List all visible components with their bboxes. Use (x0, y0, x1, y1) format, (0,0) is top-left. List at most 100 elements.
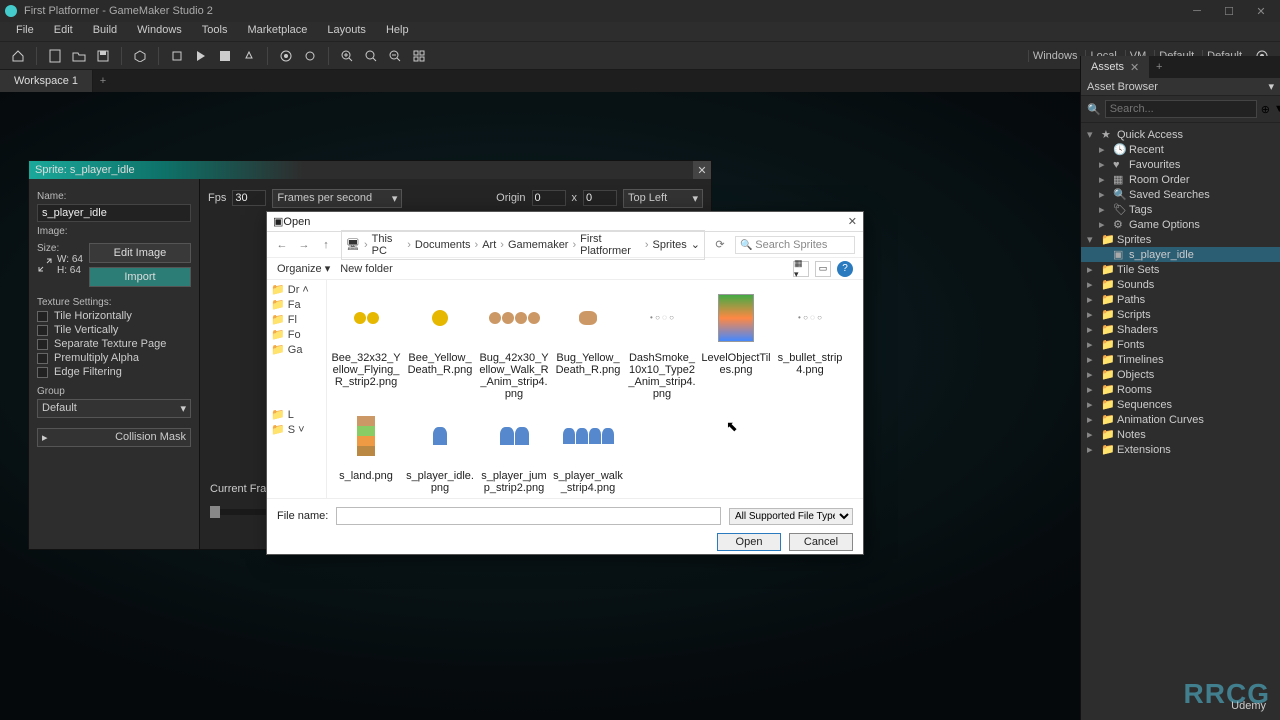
menu-build[interactable]: Build (83, 22, 127, 41)
window-close[interactable]: ✕ (1246, 2, 1276, 20)
run-icon[interactable] (191, 46, 211, 66)
resize-icon[interactable] (37, 257, 53, 273)
folder-tilesets[interactable]: ▸📁Tile Sets (1081, 262, 1280, 277)
folder-fonts[interactable]: ▸📁Fonts (1081, 337, 1280, 352)
target-windows[interactable]: Windows (1028, 50, 1082, 62)
folder-rooms[interactable]: ▸📁Rooms (1081, 382, 1280, 397)
origin-x-input[interactable] (532, 190, 566, 206)
open-project-icon[interactable] (69, 46, 89, 66)
menu-layouts[interactable]: Layouts (317, 22, 376, 41)
file-grid[interactable]: Bee_32x32_Yellow_Flying_R_strip2.png Bee… (327, 280, 863, 498)
group-dropdown[interactable]: Default▾ (37, 399, 191, 418)
filetype-dropdown[interactable]: All Supported File Types (*.png; (729, 508, 853, 525)
sprite-editor-titlebar[interactable]: Sprite: s_player_idle ✕ (29, 161, 711, 179)
asset-search-input[interactable] (1105, 100, 1257, 118)
layout-icon[interactable] (409, 46, 429, 66)
window-maximize[interactable]: ☐ (1214, 2, 1244, 20)
import-button[interactable]: Import (89, 267, 191, 287)
folder-extensions[interactable]: ▸📁Extensions (1081, 442, 1280, 457)
organize-menu[interactable]: Organize ▾ (277, 262, 330, 275)
filter-icon[interactable]: ▼ (1274, 103, 1280, 115)
origin-y-input[interactable] (583, 190, 617, 206)
asset-browser-header[interactable]: Asset Browser▾ (1081, 78, 1280, 96)
origin-mode-dropdown[interactable]: Top Left▾ (623, 189, 703, 208)
add-asset-icon[interactable]: ⊕ (1261, 103, 1270, 116)
new-folder-button[interactable]: New folder (340, 263, 393, 275)
panel-add-tab[interactable]: + (1149, 56, 1169, 78)
menu-tools[interactable]: Tools (192, 22, 238, 41)
view-mode-button[interactable]: ▦ ▾ (793, 261, 809, 277)
file-item[interactable]: s_player_idle.png (405, 404, 475, 494)
new-project-icon[interactable] (45, 46, 65, 66)
debug-icon[interactable] (167, 46, 187, 66)
separate-texture-checkbox[interactable]: Separate Texture Page (37, 338, 191, 350)
collision-mask-toggle[interactable]: ▸ Collision Mask (37, 428, 191, 447)
folder-timelines[interactable]: ▸📁Timelines (1081, 352, 1280, 367)
edge-filtering-checkbox[interactable]: Edge Filtering (37, 366, 191, 378)
folder-paths[interactable]: ▸📁Paths (1081, 292, 1280, 307)
sprite-name-input[interactable] (37, 204, 191, 222)
menu-help[interactable]: Help (376, 22, 419, 41)
workspace-add[interactable]: + (93, 70, 113, 92)
settings-icon[interactable] (300, 46, 320, 66)
nav-back[interactable]: ← (275, 239, 289, 251)
tile-horizontally-checkbox[interactable]: Tile Horizontally (37, 310, 191, 322)
dialog-sidebar[interactable]: 📁 Dr ˄ 📁 Fa 📁 Fl 📁 Fo 📁 Ga 📁 L 📁 S ˅ (267, 280, 327, 498)
premultiply-alpha-checkbox[interactable]: Premultiply Alpha (37, 352, 191, 364)
asset-s-player-idle[interactable]: ▣s_player_idle (1081, 247, 1280, 262)
folder-objects[interactable]: ▸📁Objects (1081, 367, 1280, 382)
menu-windows[interactable]: Windows (127, 22, 192, 41)
close-icon[interactable]: ✕ (1130, 61, 1139, 74)
folder-sequences[interactable]: ▸📁Sequences (1081, 397, 1280, 412)
package-icon[interactable] (130, 46, 150, 66)
fps-unit-dropdown[interactable]: Frames per second▾ (272, 189, 402, 208)
folder-animation-curves[interactable]: ▸📁Animation Curves (1081, 412, 1280, 427)
quick-access-folder[interactable]: ▾★Quick Access (1081, 127, 1280, 142)
menu-file[interactable]: File (6, 22, 44, 41)
file-item[interactable]: • ○ ◌ ○DashSmoke_10x10_Type2_Anim_strip4… (627, 286, 697, 400)
window-minimize[interactable]: ─ (1182, 2, 1212, 20)
qa-tags[interactable]: ▸🏷Tags (1081, 202, 1280, 217)
cancel-button[interactable]: Cancel (789, 533, 853, 551)
qa-saved-searches[interactable]: ▸🔍Saved Searches (1081, 187, 1280, 202)
file-item[interactable]: Bug_42x30_Yellow_Walk_R_Anim_strip4.png (479, 286, 549, 400)
file-item[interactable]: Bee_32x32_Yellow_Flying_R_strip2.png (331, 286, 401, 400)
workspace-tab[interactable]: Workspace 1 (0, 70, 93, 92)
folder-notes[interactable]: ▸📁Notes (1081, 427, 1280, 442)
breadcrumb[interactable]: 🖥 ›This PC ›Documents ›Art ›Gamemaker ›F… (341, 230, 705, 260)
qa-recent[interactable]: ▸🕓Recent (1081, 142, 1280, 157)
target-icon[interactable] (276, 46, 296, 66)
folder-sprites[interactable]: ▾📁Sprites (1081, 232, 1280, 247)
file-item[interactable]: Bug_Yellow_Death_R.png (553, 286, 623, 400)
assets-tab[interactable]: Assets✕ (1081, 56, 1149, 78)
chevron-down-icon[interactable]: ⌄ (691, 238, 700, 251)
zoom-reset-icon[interactable] (361, 46, 381, 66)
file-item[interactable]: s_player_walk_strip4.png (553, 404, 623, 494)
file-item[interactable]: Bee_Yellow_Death_R.png (405, 286, 475, 400)
qa-favourites[interactable]: ▸♥Favourites (1081, 157, 1280, 172)
open-button[interactable]: Open (717, 533, 781, 551)
preview-pane-button[interactable]: ▭ (815, 261, 831, 277)
folder-shaders[interactable]: ▸📁Shaders (1081, 322, 1280, 337)
qa-game-options[interactable]: ▸⚙Game Options (1081, 217, 1280, 232)
folder-sounds[interactable]: ▸📁Sounds (1081, 277, 1280, 292)
nav-up[interactable]: ↑ (319, 239, 333, 251)
refresh-icon[interactable]: ⟳ (713, 238, 727, 251)
fps-input[interactable] (232, 190, 266, 206)
edit-image-button[interactable]: Edit Image (89, 243, 191, 263)
qa-room-order[interactable]: ▸▦Room Order (1081, 172, 1280, 187)
dialog-search[interactable]: 🔍 Search Sprites (735, 236, 855, 254)
menu-edit[interactable]: Edit (44, 22, 83, 41)
file-item[interactable]: • ○ ◌ ○s_bullet_strip4.png (775, 286, 845, 400)
folder-scripts[interactable]: ▸📁Scripts (1081, 307, 1280, 322)
filename-input[interactable] (336, 507, 721, 525)
nav-forward[interactable]: → (297, 239, 311, 251)
sprite-editor-close[interactable]: ✕ (693, 161, 711, 179)
file-item[interactable]: s_land.png (331, 404, 401, 494)
help-icon[interactable]: ? (837, 261, 853, 277)
home-icon[interactable] (8, 46, 28, 66)
clean-icon[interactable] (239, 46, 259, 66)
dialog-close[interactable]: ✕ (848, 215, 857, 228)
file-item[interactable]: LevelObjectTiles.png (701, 286, 771, 400)
zoom-in-icon[interactable] (337, 46, 357, 66)
